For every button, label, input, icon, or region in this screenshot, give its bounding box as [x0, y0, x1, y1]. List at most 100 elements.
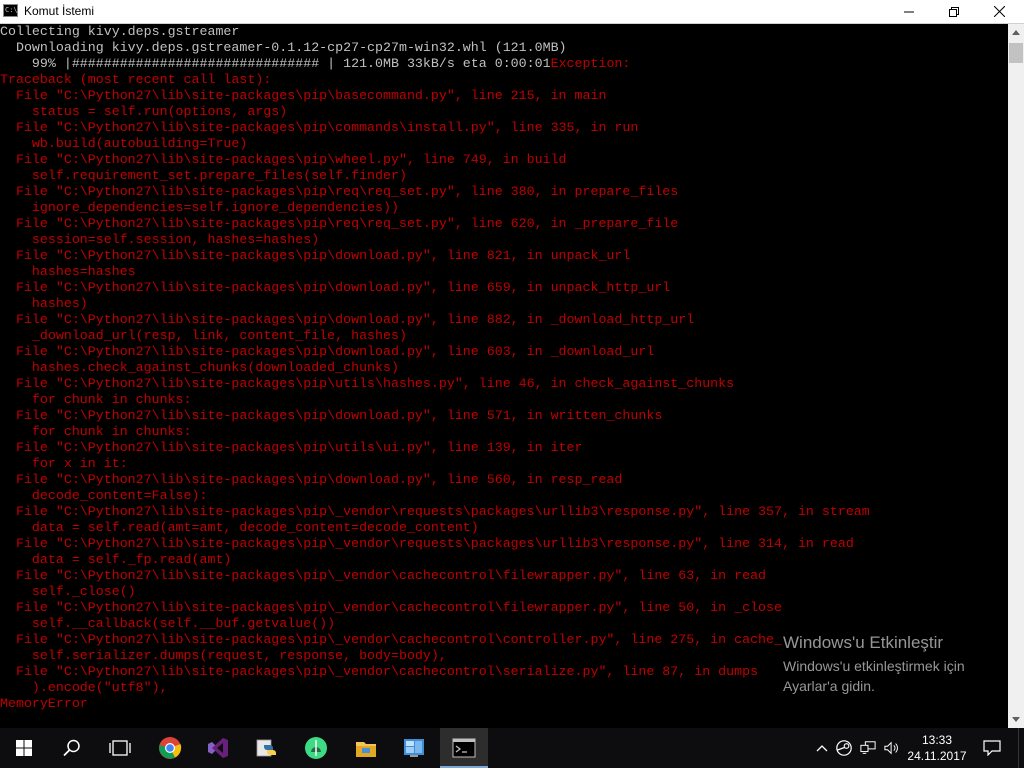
console-line: 99% |############################### | 1… [0, 56, 1008, 72]
console-line: data = self.read(amt=amt, decode_content… [0, 520, 1008, 536]
show-desktop-button[interactable] [1018, 728, 1024, 768]
console-line-text: self.serializer.dumps(request, response,… [0, 648, 447, 663]
console-line: ignore_dependencies=self.ignore_dependen… [0, 200, 1008, 216]
console-output[interactable]: Collecting kivy.deps.gstreamer Downloadi… [0, 24, 1008, 728]
clock-date: 24.11.2017 [907, 749, 967, 763]
console-line: wb.build(autobuilding=True) [0, 136, 1008, 152]
command-prompt-icon [452, 738, 476, 758]
taskbar-android-studio[interactable] [292, 728, 340, 768]
console-line: File "C:\Python27\lib\site-packages\pip\… [0, 120, 1008, 136]
console-line-text: File "C:\Python27\lib\site-packages\pip\… [0, 312, 695, 327]
chevron-down-icon [1012, 717, 1020, 722]
console-line: for chunk in chunks: [0, 424, 1008, 440]
taskbar: 13:33 24.11.2017 [0, 728, 1024, 768]
show-hidden-icons-button[interactable] [814, 740, 830, 756]
console-line-text: File "C:\Python27\lib\site-packages\pip\… [0, 120, 639, 135]
taskbar-control-panel[interactable] [390, 728, 438, 768]
console-line: File "C:\Python27\lib\site-packages\pip\… [0, 376, 1008, 392]
console-line-text: self._close() [0, 584, 136, 599]
console-line: decode_content=False): [0, 488, 1008, 504]
console-line-text: for chunk in chunks: [0, 424, 192, 439]
console-line-text: File "C:\Python27\lib\site-packages\pip\… [0, 184, 679, 199]
taskbar-visual-studio[interactable] [194, 728, 242, 768]
console-line-text: File "C:\Python27\lib\site-packages\pip\… [0, 440, 583, 455]
console-line-text: File "C:\Python27\lib\site-packages\pip\… [0, 344, 655, 359]
android-studio-icon [305, 737, 327, 759]
console-line: Collecting kivy.deps.gstreamer [0, 24, 1008, 40]
watermark-title: Windows'u Etkinleştir [783, 633, 944, 652]
console-line-text: _download_url(resp, link, content_file, … [0, 328, 407, 343]
console-line-text: File "C:\Python27\lib\site-packages\pip\… [0, 152, 567, 167]
console-line-text: Collecting kivy.deps.gstreamer [0, 24, 240, 39]
start-button[interactable] [0, 728, 48, 768]
minimize-icon [904, 11, 914, 12]
task-view-icon [109, 740, 131, 756]
scroll-down-button[interactable] [1008, 711, 1024, 728]
start-icon [16, 740, 32, 756]
console-line-text: File "C:\Python27\lib\site-packages\pip\… [0, 376, 735, 391]
console-line-text: hashes=hashes [0, 264, 136, 279]
restore-icon [949, 6, 959, 17]
console-line-suffix: Exception: [550, 56, 631, 71]
console-line-text: hashes) [0, 296, 88, 311]
steam-tray-button[interactable] [836, 740, 852, 756]
console-line-text: wb.build(autobuilding=True) [0, 136, 248, 151]
console-line: for chunk in chunks: [0, 392, 1008, 408]
minimize-button[interactable] [886, 0, 932, 23]
console-line: Traceback (most recent call last): [0, 72, 1008, 88]
search-button[interactable] [48, 728, 96, 768]
console-line-text: File "C:\Python27\lib\site-packages\pip\… [0, 248, 631, 263]
console-line-text: File "C:\Python27\lib\site-packages\pip\… [0, 568, 767, 583]
console-line: self._close() [0, 584, 1008, 600]
console-line: File "C:\Python27\lib\site-packages\pip\… [0, 504, 1008, 520]
close-button[interactable] [976, 0, 1022, 23]
command-prompt-app-icon[interactable]: C:\ [3, 4, 18, 17]
scroll-up-button[interactable] [1008, 24, 1024, 41]
visual-studio-icon [208, 738, 228, 758]
console-line-text: File "C:\Python27\lib\site-packages\pip\… [0, 88, 607, 103]
chrome-icon [159, 737, 182, 759]
taskbar-chrome[interactable] [146, 728, 194, 768]
console-line: File "C:\Python27\lib\site-packages\pip\… [0, 408, 1008, 424]
maximize-button[interactable] [931, 0, 977, 23]
python-icon [256, 739, 276, 757]
console-line-text: File "C:\Python27\lib\site-packages\pip\… [0, 280, 671, 295]
console-line-text: File "C:\Python27\lib\site-packages\pip\… [0, 632, 782, 647]
console-line-text: File "C:\Python27\lib\site-packages\pip\… [0, 536, 854, 551]
console-line-text: session=self.session, hashes=hashes) [0, 232, 320, 247]
console-line-text: self.requirement_set.prepare_files(self.… [0, 168, 407, 183]
console-line: File "C:\Python27\lib\site-packages\pip\… [0, 472, 1008, 488]
taskbar-file-explorer[interactable] [342, 728, 390, 768]
title-bar[interactable]: C:\ Komut İstemi [0, 0, 1024, 24]
console-line: _download_url(resp, link, content_file, … [0, 328, 1008, 344]
task-view-button[interactable] [96, 728, 144, 768]
console-line-text: File "C:\Python27\lib\site-packages\pip\… [0, 504, 870, 519]
control-panel-icon [404, 739, 424, 757]
file-explorer-icon [356, 742, 376, 757]
close-icon [993, 6, 1005, 17]
watermark-line-2: Ayarlar'a gidin. [783, 678, 875, 694]
console-line-text: ignore_dependencies=self.ignore_dependen… [0, 200, 399, 215]
console-line-text: for x in it: [0, 456, 128, 471]
console-line: File "C:\Python27\lib\site-packages\pip\… [0, 216, 1008, 232]
console-line-text: File "C:\Python27\lib\site-packages\pip\… [0, 472, 623, 487]
network-tray-button[interactable] [860, 740, 876, 756]
scroll-thumb[interactable] [1009, 43, 1023, 63]
console-line: self.__callback(self.__buf.getvalue()) [0, 616, 1008, 632]
volume-tray-button[interactable] [884, 740, 900, 756]
console-line-text: Traceback (most recent call last): [0, 72, 272, 87]
console-line: MemoryError [0, 696, 1008, 712]
clock[interactable]: 13:33 24.11.2017 [904, 732, 970, 764]
console-line: hashes=hashes [0, 264, 1008, 280]
console-line: File "C:\Python27\lib\site-packages\pip\… [0, 184, 1008, 200]
vertical-scrollbar[interactable] [1008, 24, 1024, 728]
taskbar-command-prompt[interactable] [440, 728, 488, 768]
network-icon [860, 741, 876, 754]
chevron-up-icon [816, 745, 828, 752]
console-text: Collecting kivy.deps.gstreamer Downloadi… [0, 24, 1008, 712]
window-title: Komut İstemi [24, 4, 95, 18]
action-center-button[interactable] [978, 728, 1006, 768]
steam-icon [836, 740, 852, 756]
volume-icon [884, 741, 898, 755]
taskbar-python[interactable] [242, 728, 290, 768]
